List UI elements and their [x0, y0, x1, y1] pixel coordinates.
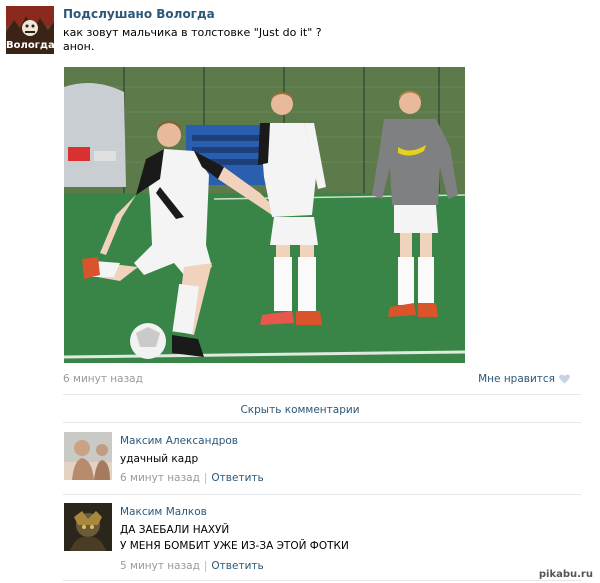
- comment-meta: 5 минут назад | Ответить: [120, 560, 264, 572]
- group-name-link[interactable]: Подслушано Вологда: [63, 7, 215, 21]
- comment-timestamp[interactable]: 6 минут назад: [120, 472, 200, 484]
- comment-text-line: ДА ЗАЕБАЛИ НАХУЙ: [120, 524, 230, 536]
- comment-timestamp[interactable]: 5 минут назад: [120, 560, 200, 572]
- comment-author-link[interactable]: Максим Малков: [120, 506, 207, 518]
- comment-text-line: удачный кадр: [120, 453, 199, 465]
- comment-avatar-image: [64, 503, 112, 551]
- post-photo[interactable]: [64, 67, 465, 363]
- post-timestamp[interactable]: 6 минут назад: [63, 373, 143, 385]
- group-avatar[interactable]: Вологда: [6, 6, 54, 54]
- comment-avatar-image: [64, 432, 112, 480]
- heart-icon: [559, 374, 570, 384]
- like-label: Мне нравится: [478, 373, 555, 385]
- like-button[interactable]: Мне нравится: [478, 373, 570, 385]
- post-text-line: анон.: [63, 40, 95, 53]
- comment-text: удачный кадр: [120, 451, 198, 467]
- divider: [63, 422, 581, 423]
- avatar-label: Вологда: [6, 40, 54, 51]
- meta-separator: |: [203, 560, 208, 572]
- watermark: pikabu.ru: [538, 569, 593, 580]
- divider: [63, 394, 581, 395]
- meta-separator: |: [203, 472, 208, 484]
- comment-avatar[interactable]: [64, 503, 112, 551]
- comment-meta: 6 минут назад | Ответить: [120, 472, 264, 484]
- post-text: как зовут мальчика в толстовке "Just do …: [63, 26, 322, 54]
- comment-text-line: У МЕНЯ БОМБИТ УЖЕ ИЗ-ЗА ЭТОЙ ФОТКИ: [120, 540, 349, 552]
- comment-text: ДА ЗАЕБАЛИ НАХУЙ У МЕНЯ БОМБИТ УЖЕ ИЗ-ЗА…: [120, 522, 349, 554]
- hide-comments-link[interactable]: Скрыть комментарии: [0, 404, 600, 416]
- comment-avatar[interactable]: [64, 432, 112, 480]
- reply-link[interactable]: Ответить: [211, 560, 263, 572]
- divider: [63, 580, 581, 581]
- comment-author-link[interactable]: Максим Александров: [120, 435, 238, 447]
- reply-link[interactable]: Ответить: [211, 472, 263, 484]
- post-text-line: как зовут мальчика в толстовке "Just do …: [63, 26, 322, 39]
- divider: [63, 494, 581, 495]
- soccer-photo: [64, 67, 465, 363]
